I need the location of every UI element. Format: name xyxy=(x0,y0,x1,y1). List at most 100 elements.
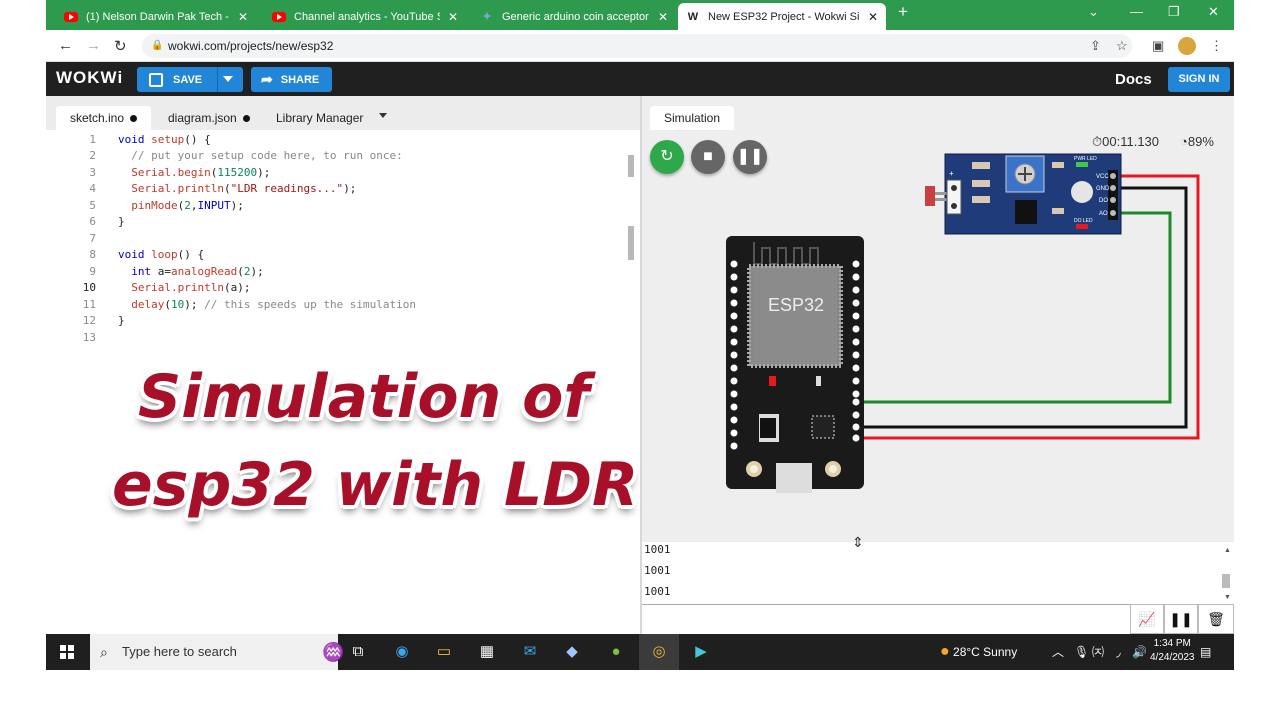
circuit-diagram[interactable]: + VCC GND DO AO PWR LED DO LED ESP32 xyxy=(642,96,1234,542)
tab-label: sketch.ino xyxy=(70,111,125,125)
esp32-board: ESP32 xyxy=(726,236,864,493)
store-icon[interactable]: ▦ xyxy=(477,642,497,662)
clock[interactable]: 1:34 PM 4/24/2023 xyxy=(1150,637,1195,665)
new-tab-icon[interactable]: + xyxy=(898,2,908,22)
chevron-down-icon[interactable] xyxy=(223,76,233,82)
task-view-icon[interactable]: ⧉ xyxy=(348,642,368,662)
menu-icon[interactable]: ⋮ xyxy=(1210,38,1223,54)
browser-tab[interactable]: ✦ Generic arduino coin acceptor la ✕ xyxy=(472,3,676,30)
code-line: Serial.println("LDR readings..."); xyxy=(118,182,357,195)
do-led-icon xyxy=(1076,224,1088,229)
browser-tab-strip: (1) Nelson Darwin Pak Tech - You ✕ Chann… xyxy=(46,0,1234,30)
sidebar-icon[interactable]: ▣ xyxy=(1152,38,1164,54)
close-icon[interactable]: ✕ xyxy=(868,10,878,24)
minimize-icon[interactable]: — xyxy=(1130,4,1143,19)
overlay-title-line1: Simulation of xyxy=(138,362,590,432)
serial-monitor[interactable]: 1001 1001 1001 ⇕ ▲ ▼ xyxy=(642,534,1234,604)
microphone-icon[interactable]: 🎙 xyxy=(1074,634,1089,670)
page-icon: ✦ xyxy=(482,11,492,23)
reload-icon[interactable]: ↻ xyxy=(114,37,127,55)
file-explorer-icon[interactable]: ▭ xyxy=(434,642,454,662)
close-icon[interactable]: ✕ xyxy=(448,10,458,24)
language-icon[interactable]: ㈈ xyxy=(1092,634,1104,670)
avatar[interactable] xyxy=(1178,37,1196,55)
scroll-up-icon[interactable]: ▲ xyxy=(1224,547,1231,554)
line-number: 3 xyxy=(89,166,96,179)
docs-link[interactable]: Docs xyxy=(1115,71,1152,88)
code-line: Serial.println(a); xyxy=(118,281,251,294)
line-number: 12 xyxy=(82,314,96,327)
tab-title: New ESP32 Project - Wokwi Simu xyxy=(708,10,860,23)
star-icon[interactable]: ☆ xyxy=(1116,38,1128,54)
pause-serial-button[interactable]: ❚❚ xyxy=(1164,604,1198,634)
code-line: void loop() { xyxy=(118,248,205,261)
chevron-up-icon[interactable]: ︿ xyxy=(1052,634,1064,670)
chip-label: ESP32 xyxy=(768,295,824,315)
line-number: 13 xyxy=(82,331,96,344)
edge-icon[interactable]: ◉ xyxy=(392,642,412,662)
serial-line: 1001 xyxy=(644,564,671,577)
wokwi-logo[interactable]: WOKWi xyxy=(56,68,123,88)
browser-tab[interactable]: Channel analytics - YouTube Stud ✕ xyxy=(264,3,466,30)
back-icon[interactable]: ← xyxy=(58,37,73,54)
ldr-module: + VCC GND DO AO PWR LED DO LED xyxy=(925,153,1122,235)
wifi-icon[interactable]: ◞ xyxy=(1116,634,1121,670)
pin-do: DO xyxy=(1099,198,1108,204)
weather-text: 28°C Sunny xyxy=(953,645,1018,659)
url-field[interactable]: 🔒 wokwi.com/projects/new/esp32 xyxy=(142,34,1132,58)
chevron-down-icon[interactable] xyxy=(379,113,387,118)
browser-tab[interactable]: (1) Nelson Darwin Pak Tech - You ✕ xyxy=(56,3,256,30)
serial-input[interactable] xyxy=(642,604,1130,634)
search-placeholder: Type here to search xyxy=(122,644,237,659)
jellyfish-icon: ♒ xyxy=(322,642,345,662)
mail-icon[interactable]: ✉ xyxy=(520,642,540,662)
code-line: pinMode(2,INPUT); xyxy=(118,199,244,212)
close-window-icon[interactable]: ✕ xyxy=(1208,4,1219,20)
code-line: void setup() { xyxy=(118,133,211,146)
chrome-icon[interactable]: ◎ xyxy=(649,642,669,662)
share-page-icon[interactable]: ⇪ xyxy=(1090,38,1101,54)
resize-handle-icon[interactable]: ⇕ xyxy=(852,534,864,551)
overlay-title-line2: esp32 with LDR xyxy=(112,450,639,520)
share-button[interactable]: ➦ SHARE xyxy=(251,67,332,92)
volume-icon[interactable]: 🔊 xyxy=(1132,634,1147,670)
plotter-button[interactable]: 📈 xyxy=(1130,604,1164,634)
save-button[interactable]: SAVE xyxy=(137,67,243,92)
unsaved-dot-icon xyxy=(242,115,250,123)
windows-start-icon[interactable] xyxy=(60,645,74,659)
app-icon[interactable]: ◆ xyxy=(562,642,582,662)
pwr-led-label: PWR LED xyxy=(1074,156,1097,162)
pin-header-left xyxy=(730,260,738,450)
serial-line: 1001 xyxy=(644,543,671,556)
tab-title: (1) Nelson Darwin Pak Tech - You xyxy=(86,10,230,23)
pin-ao: AO xyxy=(1099,211,1108,217)
tab-sketch[interactable]: sketch.ino xyxy=(56,106,152,130)
browser-tab-active[interactable]: W New ESP32 Project - Wokwi Simu ✕ xyxy=(678,3,886,30)
taskbar-search[interactable]: ⌕ Type here to search ♒ xyxy=(90,634,344,670)
close-icon[interactable]: ✕ xyxy=(658,10,668,24)
code-app-icon[interactable]: ▶ xyxy=(691,642,711,662)
editor-scrollbar[interactable] xyxy=(628,155,634,177)
pwr-led-icon xyxy=(1076,162,1088,167)
weather[interactable]: ● 28°C Sunny xyxy=(940,634,1017,670)
line-number: 2 xyxy=(89,149,96,162)
restore-icon[interactable]: ❐ xyxy=(1168,4,1180,20)
tab-title: Channel analytics - YouTube Stud xyxy=(294,10,440,23)
tab-label: Library Manager xyxy=(276,111,364,125)
forward-icon[interactable]: → xyxy=(86,37,101,54)
clear-serial-button[interactable]: 🗑 xyxy=(1198,604,1234,634)
utorrent-icon[interactable]: ● xyxy=(606,642,626,662)
tab-library-manager[interactable]: Library Manager xyxy=(276,106,363,130)
close-icon[interactable]: ✕ xyxy=(238,10,248,24)
tab-diagram[interactable]: diagram.json xyxy=(168,106,250,130)
chevron-down-icon[interactable]: ⌄ xyxy=(1088,4,1099,20)
editor-tabs: sketch.ino diagram.json Library Manager xyxy=(46,96,640,130)
serial-line: 1001 xyxy=(644,585,671,598)
editor-scrollbar-thumb[interactable] xyxy=(628,226,634,260)
signin-button[interactable]: SIGN IN xyxy=(1168,67,1230,92)
scroll-down-icon[interactable]: ▼ xyxy=(1224,594,1231,601)
simulation-pane[interactable]: Simulation ↻ ■ ❚❚ ⏱00:11.130 ◔89% + VCC … xyxy=(642,96,1234,542)
notification-icon[interactable]: ▤ xyxy=(1200,634,1211,670)
url-text: wokwi.com/projects/new/esp32 xyxy=(168,39,334,53)
serial-scrollbar[interactable] xyxy=(1222,574,1230,588)
